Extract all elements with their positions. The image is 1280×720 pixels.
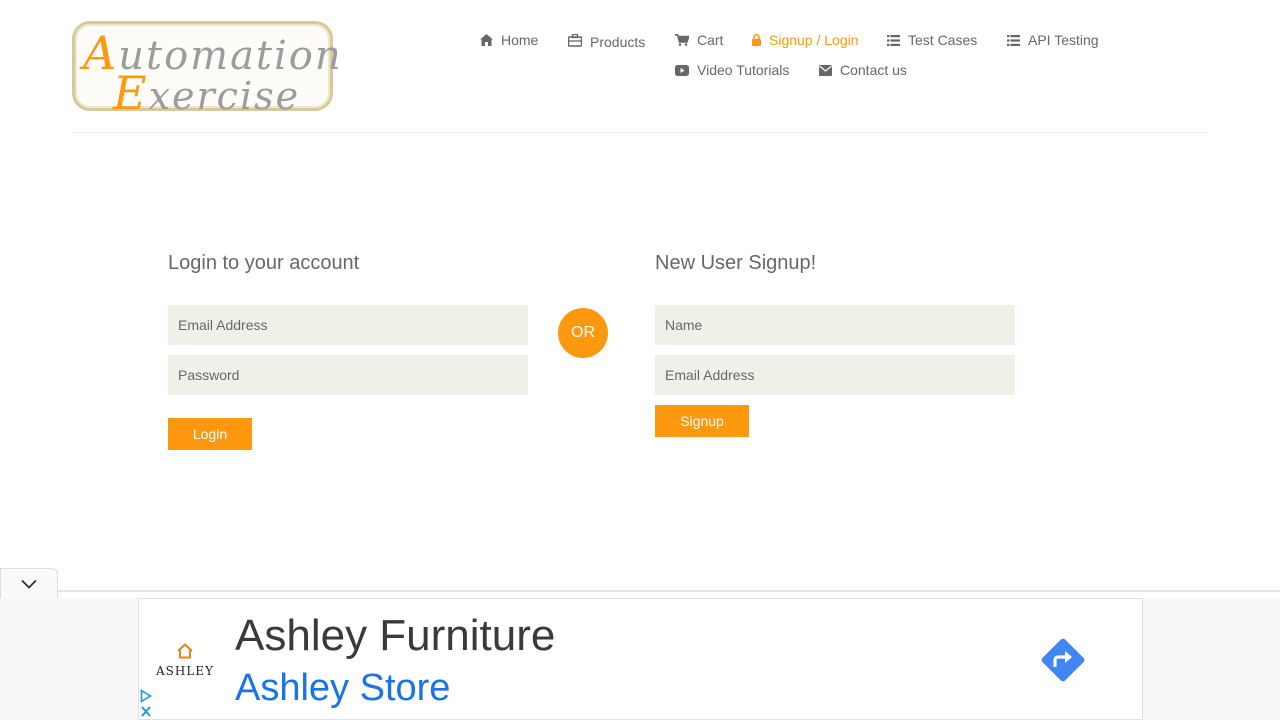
nav-home[interactable]: Home [480,30,538,50]
nav-api-testing[interactable]: API Testing [1007,30,1099,50]
chevron-down-icon [21,579,37,589]
list-icon [1007,34,1020,46]
signup-name-input[interactable] [655,305,1015,345]
login-password-input[interactable] [168,355,528,395]
signup-button[interactable]: Signup [655,405,749,437]
header-divider [72,132,1208,133]
nav-test-cases[interactable]: Test Cases [887,30,977,50]
nav-products[interactable]: Products [568,30,645,50]
ad-subline[interactable]: Ashley Store [235,667,450,710]
site-logo[interactable]: Automation Exercise [72,21,341,120]
close-icon[interactable] [140,705,152,718]
signup-email-input[interactable] [655,355,1015,395]
nav-contact-us-label: Contact us [840,62,907,78]
ad-divider [58,590,1280,592]
home-icon [480,34,493,46]
nav-contact-us[interactable]: Contact us [819,60,907,80]
briefcase-icon [568,33,582,47]
nav-video-tutorials-label: Video Tutorials [697,62,790,78]
youtube-play-icon [675,64,689,76]
ad-collapse-toggle[interactable] [0,568,58,598]
list-icon [887,34,900,46]
login-button[interactable]: Login [168,418,252,450]
nav-cart[interactable]: Cart [675,30,723,50]
directions-arrow-icon[interactable] [1040,637,1086,683]
ad-banner[interactable]: ASHLEY Ashley Furniture Ashley Store [138,598,1143,720]
nav-test-cases-label: Test Cases [908,32,978,48]
site-header: Automation Exercise Home Products Cart S… [0,0,1280,133]
lock-icon [752,34,761,46]
or-divider: OR [558,308,608,358]
cart-icon [675,34,689,46]
nav-products-label: Products [590,34,646,50]
login-title: Login to your account [168,252,360,274]
nav-signup-login[interactable]: Signup / Login [752,30,859,50]
signup-title: New User Signup! [655,252,817,274]
ad-brand-logo: ASHLEY [155,643,215,678]
house-logo-icon [177,643,193,659]
nav-signup-login-label: Signup / Login [769,32,859,48]
nav-home-label: Home [501,32,539,48]
nav-api-testing-label: API Testing [1028,32,1099,48]
envelope-icon [819,64,832,76]
nav-cart-label: Cart [697,32,724,48]
adchoices-icon[interactable] [140,689,152,703]
login-email-input[interactable] [168,305,528,345]
ad-headline[interactable]: Ashley Furniture [235,611,555,661]
nav-video-tutorials[interactable]: Video Tutorials [675,60,789,80]
